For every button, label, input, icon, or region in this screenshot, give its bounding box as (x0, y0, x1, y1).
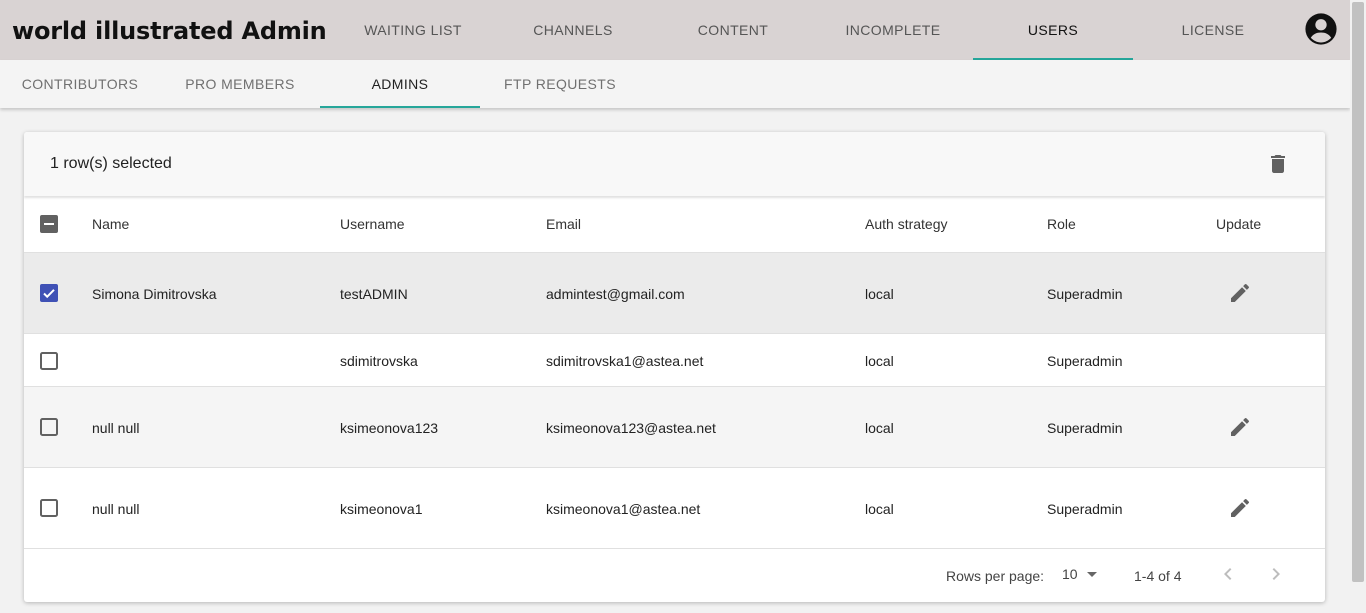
row-checkbox[interactable] (40, 418, 58, 436)
rows-per-page-label: Rows per page: (946, 568, 1045, 584)
selection-count: 1 row(s) selected (50, 155, 172, 172)
cell-name: null null (92, 501, 140, 517)
cell-username: ksimeonova1 (340, 501, 423, 517)
subtab-pro-members[interactable]: PRO MEMBERS (160, 60, 320, 108)
table-row[interactable]: null null ksimeonova123 ksimeonova123@as… (24, 387, 1325, 468)
app-title: world illustrated Admin (12, 17, 327, 45)
table-row[interactable]: sdimitrovska sdimitrovska1@astea.net loc… (24, 334, 1325, 387)
cell-email: ksimeonova123@astea.net (546, 420, 716, 436)
table-row[interactable]: Simona Dimitrovska testADMIN admintest@g… (24, 253, 1325, 334)
cell-role: Superadmin (1047, 501, 1123, 517)
cell-auth-strategy: local (865, 501, 894, 517)
column-header-update: Update (1216, 216, 1262, 232)
select-all-checkbox[interactable] (40, 215, 58, 233)
subtab-admins[interactable]: ADMINS (320, 60, 480, 108)
trash-icon[interactable] (1266, 152, 1290, 176)
tab-channels[interactable]: CHANNELS (493, 0, 653, 60)
chevron-right-icon[interactable] (1264, 562, 1288, 586)
sub-nav: CONTRIBUTORS PRO MEMBERS ADMINS FTP REQU… (0, 60, 1350, 108)
cell-email: sdimitrovska1@astea.net (546, 353, 704, 369)
pencil-icon[interactable] (1228, 281, 1252, 305)
cell-auth-strategy: local (865, 353, 894, 369)
account-circle-icon[interactable] (1304, 12, 1338, 46)
table-row[interactable]: null null ksimeonova1 ksimeonova1@astea.… (24, 468, 1325, 549)
pencil-icon[interactable] (1228, 496, 1252, 520)
cell-auth-strategy: local (865, 286, 894, 302)
subtab-contributors[interactable]: CONTRIBUTORS (0, 60, 160, 108)
cell-email: ksimeonova1@astea.net (546, 501, 701, 517)
page-scrollbar-thumb[interactable] (1352, 2, 1364, 582)
rows-per-page-select[interactable]: 10 (1062, 566, 1098, 582)
selection-toolbar: 1 row(s) selected (24, 132, 1325, 196)
column-header-name[interactable]: Name (92, 216, 129, 232)
tab-waiting-list[interactable]: WAITING LIST (333, 0, 493, 60)
cell-role: Superadmin (1047, 286, 1123, 302)
tab-incomplete[interactable]: INCOMPLETE (813, 0, 973, 60)
subtab-ftp-requests[interactable]: FTP REQUESTS (480, 60, 640, 108)
cell-name: null null (92, 420, 140, 436)
row-checkbox[interactable] (40, 352, 58, 370)
column-header-auth-strategy[interactable]: Auth strategy (865, 216, 948, 232)
column-header-email[interactable]: Email (546, 216, 581, 232)
dropdown-arrow-icon (1086, 572, 1097, 577)
row-checkbox[interactable] (40, 499, 58, 517)
chevron-left-icon[interactable] (1216, 562, 1240, 586)
tab-license[interactable]: LICENSE (1133, 0, 1293, 60)
pagination-range: 1-4 of 4 (1134, 568, 1182, 584)
cell-name: Simona Dimitrovska (92, 286, 217, 302)
column-header-role[interactable]: Role (1047, 216, 1076, 232)
admins-table-card: 1 row(s) selected Name Username Email Au… (24, 132, 1325, 602)
column-header-username[interactable]: Username (340, 216, 405, 232)
row-checkbox[interactable] (40, 284, 58, 302)
cell-auth-strategy: local (865, 420, 894, 436)
app-bar: world illustrated Admin WAITING LIST CHA… (0, 0, 1350, 60)
cell-username: sdimitrovska (340, 353, 418, 369)
tab-users[interactable]: USERS (973, 0, 1133, 60)
cell-role: Superadmin (1047, 353, 1123, 369)
cell-username: ksimeonova123 (340, 420, 439, 436)
cell-username: testADMIN (340, 286, 408, 302)
tab-content[interactable]: CONTENT (653, 0, 813, 60)
cell-email: admintest@gmail.com (546, 286, 685, 302)
rows-per-page-value: 10 (1062, 566, 1078, 582)
pencil-icon[interactable] (1228, 415, 1252, 439)
cell-role: Superadmin (1047, 420, 1123, 436)
